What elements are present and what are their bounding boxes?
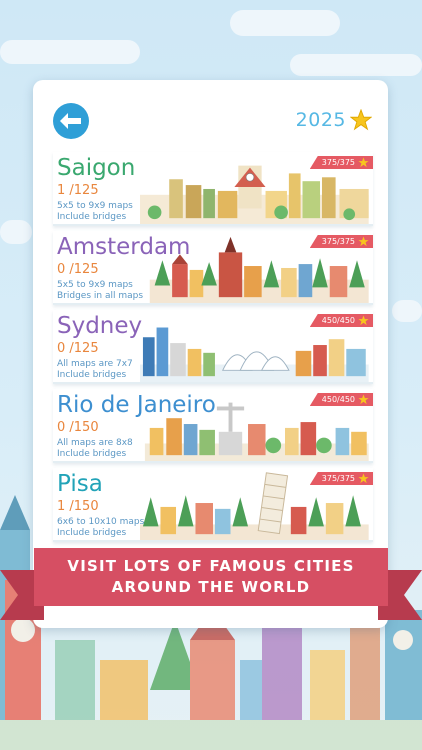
stars-badge: 375/375 xyxy=(309,156,373,169)
cloud xyxy=(230,10,340,36)
city-card-saigon[interactable]: 375/375 Saigon 1 /125 5x5 to 9x9 maps In… xyxy=(53,152,373,226)
star-icon xyxy=(358,157,369,168)
top-bar: 2025 xyxy=(33,80,388,152)
star-icon xyxy=(358,315,369,326)
cloud xyxy=(290,54,422,76)
city-map-info: 5x5 to 9x9 maps xyxy=(57,201,133,211)
arrow-left-icon xyxy=(60,113,81,129)
stars-badge: 450/450 xyxy=(309,314,373,327)
city-bridge-info: Include bridges xyxy=(57,212,127,222)
city-progress: 0 /125 xyxy=(57,262,99,277)
city-progress: 1 /150 xyxy=(57,499,99,514)
city-card-rio-de-janeiro[interactable]: 450/450 Rio de Janeiro 0 /150 All maps a… xyxy=(53,389,373,463)
banner-line-1: VISIT LOTS OF FAMOUS CITIES xyxy=(67,557,355,575)
stars-count: 450/450 xyxy=(321,316,355,325)
city-name: Amsterdam xyxy=(57,234,191,260)
star-icon xyxy=(350,109,372,131)
star-icon xyxy=(358,236,369,247)
ribbon-banner: VISIT LOTS OF FAMOUS CITIES AROUND THE W… xyxy=(34,548,388,606)
city-bridge-info: Include bridges xyxy=(57,370,127,380)
stars-count: 375/375 xyxy=(321,474,355,483)
stars-badge: 375/375 xyxy=(309,472,373,485)
city-map-info: All maps are 8x8 xyxy=(57,438,133,448)
city-progress: 0 /150 xyxy=(57,420,99,435)
city-map-info: 6x6 to 10x10 maps xyxy=(57,517,145,527)
city-name: Rio de Janeiro xyxy=(57,392,216,418)
city-name: Sydney xyxy=(57,313,143,339)
score-display: 2025 xyxy=(296,109,372,131)
city-bridge-info: Bridges in all maps xyxy=(57,291,144,301)
city-list-panel: 2025 375/375 Saigon 1 /125 5x5 to 9x9 ma… xyxy=(33,80,388,628)
banner-line-2: AROUND THE WORLD xyxy=(111,578,311,596)
promo-ribbon: VISIT LOTS OF FAMOUS CITIES AROUND THE W… xyxy=(0,548,422,620)
city-name: Pisa xyxy=(57,471,103,497)
city-card-amsterdam[interactable]: 375/375 Amsterdam 0 /125 5x5 to 9x9 maps… xyxy=(53,231,373,305)
back-button[interactable] xyxy=(53,103,89,139)
stars-badge: 450/450 xyxy=(309,393,373,406)
score-value: 2025 xyxy=(295,109,346,131)
cloud xyxy=(392,300,422,322)
cloud xyxy=(0,40,140,64)
stars-count: 375/375 xyxy=(321,237,355,246)
star-icon xyxy=(358,473,369,484)
city-card-pisa[interactable]: 375/375 Pisa 1 /150 6x6 to 10x10 maps In… xyxy=(53,468,373,542)
city-map-info: 5x5 to 9x9 maps xyxy=(57,280,133,290)
stars-count: 450/450 xyxy=(321,395,355,404)
city-progress: 1 /125 xyxy=(57,183,99,198)
city-card-sydney[interactable]: 450/450 Sydney 0 /125 All maps are 7x7 I… xyxy=(53,310,373,384)
city-bridge-info: Include bridges xyxy=(57,449,127,459)
city-progress: 0 /125 xyxy=(57,341,99,356)
star-icon xyxy=(358,394,369,405)
stars-count: 375/375 xyxy=(321,158,355,167)
stars-badge: 375/375 xyxy=(309,235,373,248)
city-bridge-info: Include bridges xyxy=(57,528,127,538)
cloud xyxy=(0,220,32,244)
city-map-info: All maps are 7x7 xyxy=(57,359,133,369)
city-name: Saigon xyxy=(57,155,136,181)
